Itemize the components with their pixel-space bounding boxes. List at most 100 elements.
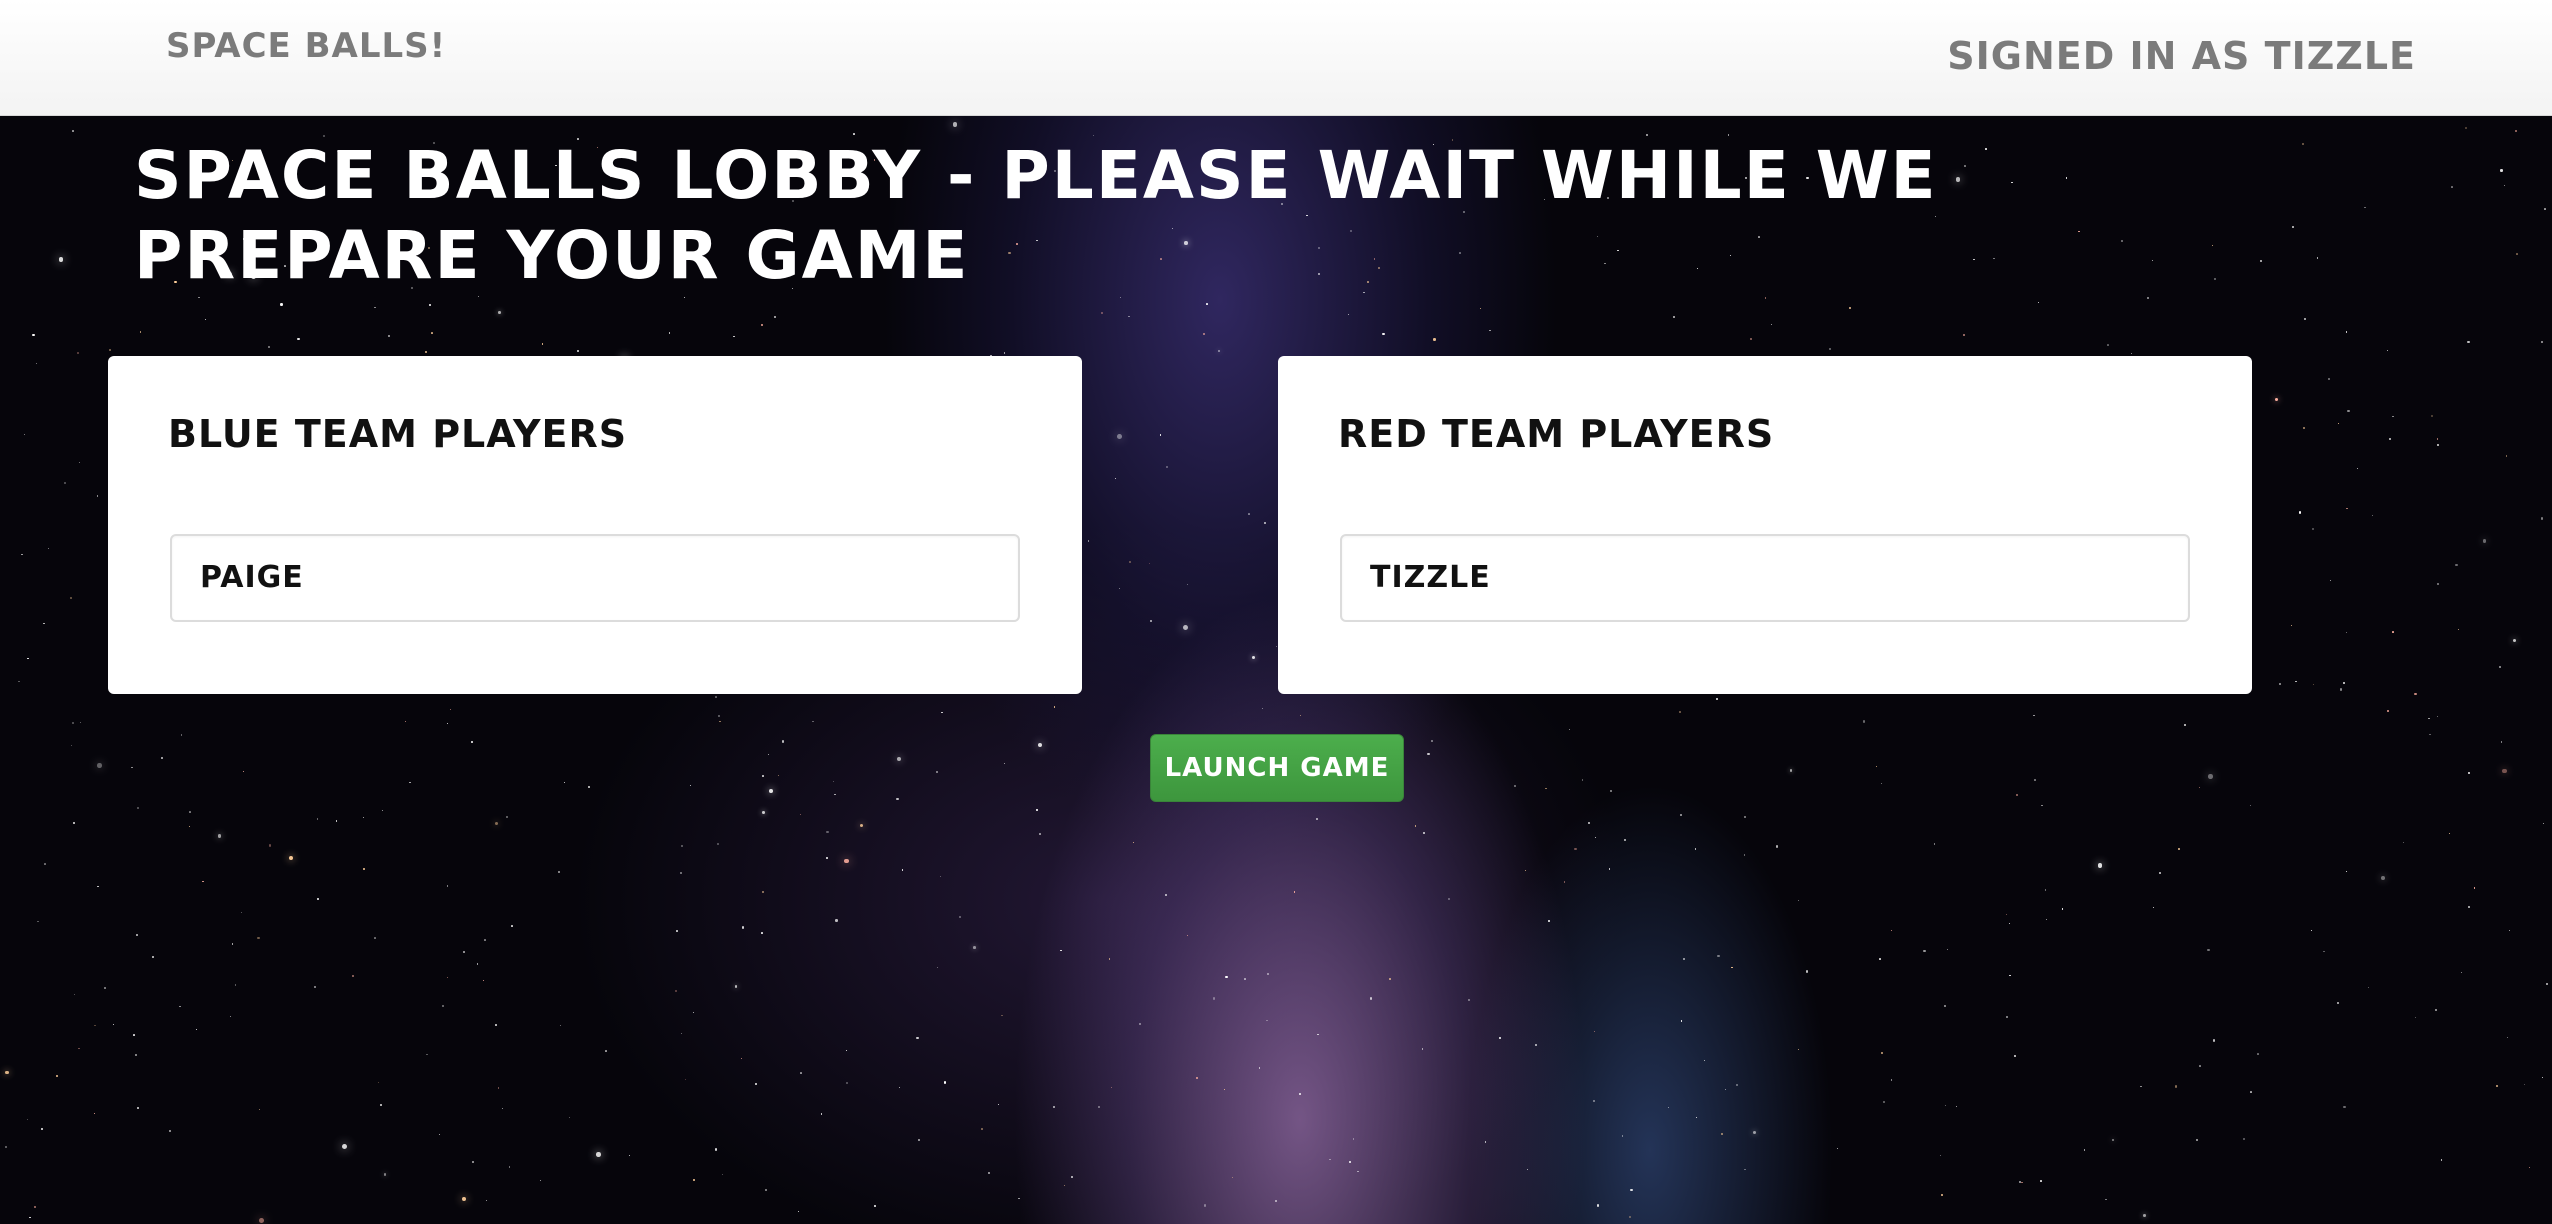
star: [944, 1081, 947, 1084]
star: [461, 1196, 466, 1202]
star: [1594, 836, 1596, 838]
star: [901, 869, 903, 871]
star: [2368, 986, 2370, 988]
star: [1133, 841, 1135, 843]
star: [2448, 832, 2451, 835]
star: [1329, 1158, 1331, 1161]
star: [78, 1047, 80, 1049]
star: [482, 980, 484, 982]
star: [1678, 710, 1681, 713]
star: [1317, 1033, 1319, 1036]
star: [1750, 338, 1752, 340]
star: [777, 774, 779, 777]
star: [188, 825, 191, 827]
brand-link[interactable]: Space Balls!: [166, 26, 446, 66]
star: [2414, 692, 2417, 696]
star: [2130, 352, 2133, 355]
star: [1933, 843, 1936, 846]
star: [1596, 1204, 1600, 1207]
star: [987, 1171, 991, 1175]
star: [1299, 1093, 1301, 1096]
star: [2303, 317, 2307, 320]
star: [2260, 260, 2263, 263]
star: [27, 657, 29, 660]
star: [113, 1023, 115, 1025]
star: [588, 786, 591, 789]
star: [70, 596, 73, 599]
star: [898, 1087, 900, 1089]
star: [2006, 1016, 2008, 1018]
star: [1347, 314, 1349, 316]
star: [1667, 1107, 1669, 1109]
star: [449, 708, 452, 711]
star: [2257, 1053, 2259, 1055]
star: [2345, 330, 2348, 333]
star: [1875, 765, 1878, 767]
star: [1128, 315, 1130, 318]
star: [941, 711, 943, 714]
star: [1582, 779, 1584, 781]
star: [1263, 521, 1267, 524]
star: [1118, 587, 1120, 589]
star: [2541, 1076, 2544, 1079]
star: [765, 1189, 767, 1192]
star: [937, 967, 939, 969]
star: [541, 343, 544, 346]
star: [1148, 563, 1151, 565]
star: [2343, 1106, 2346, 1109]
star: [2062, 908, 2064, 910]
star: [781, 740, 784, 743]
star: [762, 774, 765, 777]
star: [1704, 1059, 1706, 1061]
star: [180, 734, 182, 736]
star: [1682, 957, 1685, 960]
star: [2542, 822, 2545, 824]
star: [916, 1036, 919, 1039]
star: [1882, 1100, 1885, 1103]
star: [136, 807, 139, 810]
star: [897, 757, 902, 762]
star: [1735, 1084, 1738, 1087]
star: [832, 780, 835, 783]
star: [446, 722, 449, 725]
star: [693, 1178, 696, 1181]
star: [2343, 682, 2346, 685]
star: [2428, 717, 2430, 719]
star: [2498, 665, 2501, 668]
star: [734, 985, 738, 988]
star: [79, 721, 82, 724]
star: [383, 1173, 387, 1176]
star: [733, 335, 735, 338]
star: [316, 817, 319, 820]
star: [5, 1145, 8, 1148]
star: [2380, 876, 2385, 880]
star: [463, 950, 466, 953]
star: [539, 1179, 541, 1181]
star: [2541, 341, 2544, 344]
star: [1266, 1019, 1269, 1022]
star: [1797, 1048, 1800, 1051]
star: [2508, 929, 2511, 931]
star: [559, 1024, 562, 1026]
star: [2034, 778, 2036, 781]
star: [511, 925, 513, 927]
star: [681, 1033, 683, 1035]
star: [2506, 455, 2508, 457]
launch-game-button[interactable]: Launch Game: [1150, 734, 1404, 802]
star: [2451, 186, 2453, 188]
star: [1097, 1106, 1100, 1109]
star: [1293, 891, 1296, 893]
star: [1037, 743, 1042, 748]
star: [335, 820, 338, 822]
star: [1527, 1169, 1529, 1171]
star: [2140, 1085, 2142, 1088]
star: [2021, 1181, 2023, 1184]
star: [1534, 1043, 1537, 1047]
star: [494, 1023, 497, 1026]
star: [1716, 698, 1719, 701]
star: [2435, 1008, 2438, 1011]
star: [845, 1081, 848, 1084]
star: [717, 714, 721, 717]
star: [1743, 854, 1746, 857]
star: [799, 1071, 802, 1074]
